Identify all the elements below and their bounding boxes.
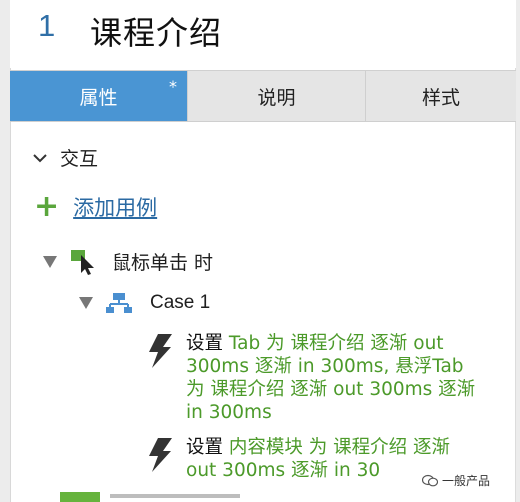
add-case-link[interactable]: 添加用例 [73, 192, 157, 222]
chat-bubble-icon [422, 474, 438, 486]
action-verb: 设置 [186, 437, 224, 458]
collapse-triangle-icon[interactable] [42, 255, 58, 269]
modified-marker: * [169, 77, 177, 96]
action-verb: 设置 [186, 333, 224, 354]
action-detail: 内容模块 为 课程介绍 逐渐 out 300ms 逐渐 in 30 [186, 437, 451, 481]
lightning-bolt-icon [149, 438, 172, 472]
case-label: Case 1 [150, 292, 211, 313]
add-case-button[interactable]: + 添加用例 [34, 192, 157, 222]
tab-properties[interactable]: 属性 * [10, 71, 188, 121]
tab-notes[interactable]: 说明 [188, 71, 366, 121]
inspector-tabs: 属性 * 说明 样式 [10, 70, 516, 122]
interaction-section-header[interactable]: 交互 [30, 144, 98, 171]
page-index: 1 [38, 8, 56, 43]
watermark: 一般产品 [418, 470, 495, 491]
tab-style-label: 样式 [421, 86, 460, 109]
section-label: 交互 [60, 148, 99, 170]
mouse-click-icon [71, 249, 94, 275]
lightning-bolt-icon [149, 334, 172, 368]
next-event-label-partial [110, 494, 240, 498]
chevron-down-icon [33, 153, 47, 162]
next-event-icon-partial [60, 492, 100, 502]
plus-icon: + [34, 189, 60, 224]
case-row[interactable]: Case 1 [78, 292, 210, 314]
tab-notes-label: 说明 [257, 86, 296, 109]
tab-style[interactable]: 样式 [366, 71, 516, 121]
event-row[interactable]: 鼠标单击 时 [42, 248, 213, 275]
case-flow-icon [106, 293, 132, 313]
action-item[interactable]: 设置 Tab 为 课程介绍 逐渐 out 300ms 逐渐 in 300ms, … [146, 332, 486, 424]
watermark-text: 一般产品 [442, 474, 491, 488]
action-text: 设置 Tab 为 课程介绍 逐渐 out 300ms 逐渐 in 300ms, … [186, 332, 486, 424]
collapse-triangle-icon[interactable] [78, 296, 94, 310]
page-header: 1 课程介绍 [10, 0, 516, 68]
event-label: 鼠标单击 时 [112, 252, 214, 274]
action-detail: Tab 为 课程介绍 逐渐 out 300ms 逐渐 in 300ms, 悬浮T… [186, 333, 476, 423]
tab-properties-label: 属性 [79, 86, 118, 109]
page-title: 课程介绍 [90, 14, 223, 52]
